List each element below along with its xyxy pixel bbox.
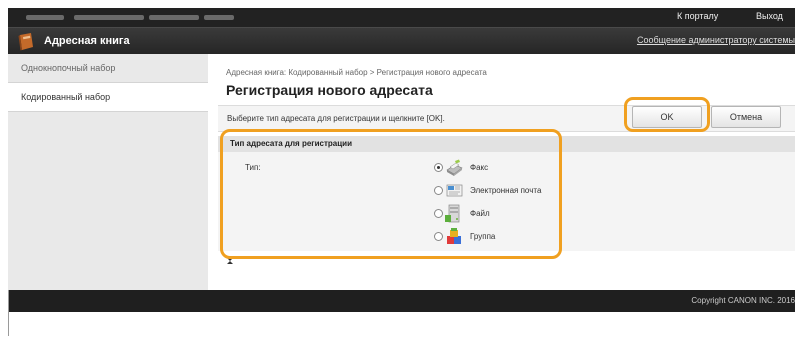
blurred-device-name bbox=[26, 15, 64, 20]
page-title: Регистрация нового адресата bbox=[226, 82, 433, 98]
address-book-icon bbox=[18, 33, 33, 51]
destination-type-highlight bbox=[220, 129, 562, 259]
footer: Copyright CANON INC. 2016 bbox=[8, 290, 795, 312]
sidebar-item-coded-dial[interactable]: Кодированный набор bbox=[8, 83, 208, 112]
app-header: Адресная книга Сообщение администратору … bbox=[8, 27, 795, 54]
copyright-text: Copyright CANON INC. 2016 bbox=[691, 296, 795, 305]
blurred-device-name bbox=[204, 15, 234, 20]
blurred-device-name bbox=[74, 15, 144, 20]
sidebar: Однокнопочный набор Кодированный набор bbox=[8, 54, 208, 290]
portal-link[interactable]: К порталу bbox=[677, 11, 718, 21]
app-title: Адресная книга bbox=[44, 35, 130, 47]
sidebar-item-one-touch[interactable]: Однокнопочный набор bbox=[8, 54, 208, 83]
logout-link[interactable]: Выход bbox=[756, 11, 783, 21]
admin-message-link[interactable]: Сообщение администратору системы bbox=[637, 35, 795, 45]
blurred-device-name bbox=[149, 15, 199, 20]
cancel-button[interactable]: Отмена bbox=[711, 106, 781, 128]
instruction-text: Выберите тип адресата для регистрации и … bbox=[227, 114, 445, 123]
top-bar: К порталу Выход bbox=[8, 8, 795, 27]
breadcrumb: Адресная книга: Кодированный набор > Рег… bbox=[226, 68, 487, 77]
ok-button[interactable]: OK bbox=[632, 106, 702, 128]
window-edge bbox=[8, 290, 9, 336]
